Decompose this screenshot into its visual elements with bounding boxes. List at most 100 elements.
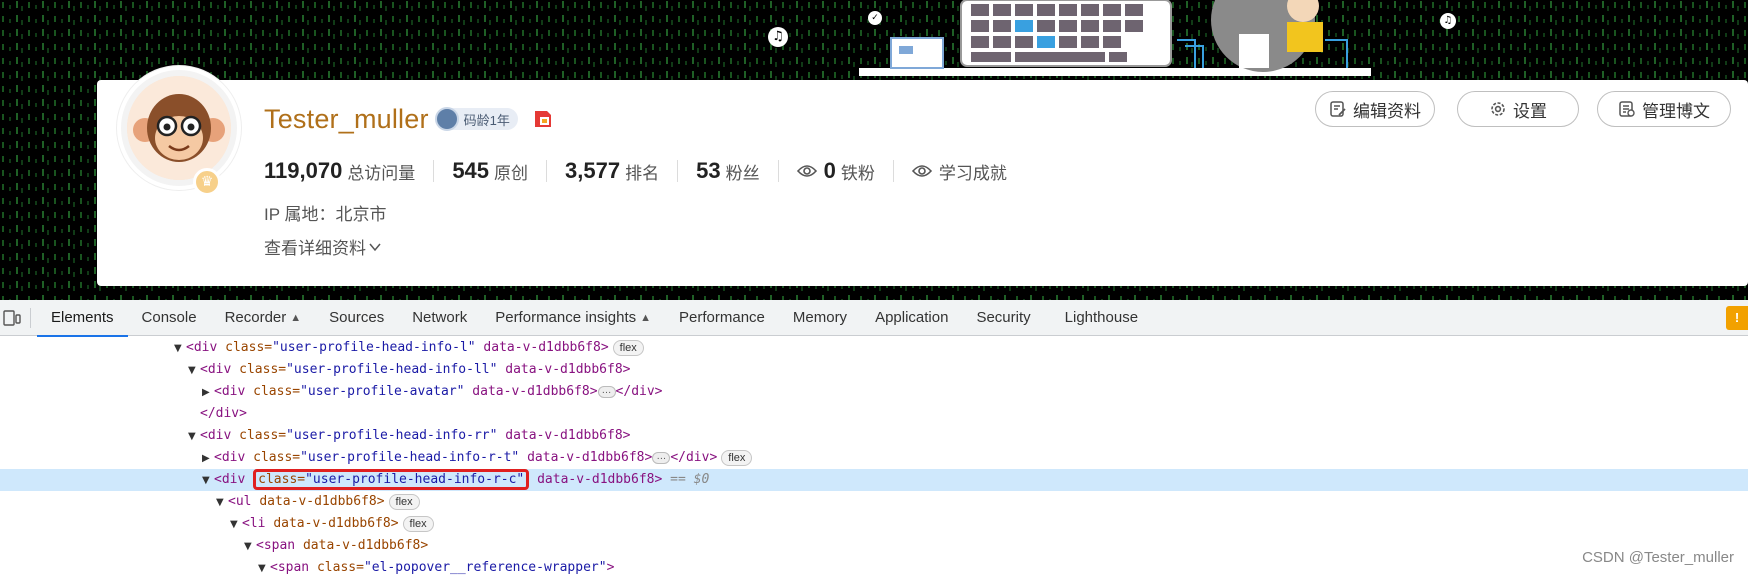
stat-achievements[interactable]: 学习成就 (892, 160, 1025, 183)
tab-recorder-label: Recorder (224, 309, 287, 326)
ellipsis-icon[interactable]: … (652, 451, 671, 464)
flex-badge[interactable]: flex (612, 339, 644, 356)
dom-attr-name: class= (253, 450, 301, 465)
dom-tag: <div (214, 450, 254, 465)
dom-node[interactable]: ▼ <span data-v-d1dbb6f8> (0, 535, 1748, 557)
code-age-icon (434, 107, 459, 131)
edit-profile-button[interactable]: 编辑资料 (1315, 91, 1435, 127)
dom-node[interactable]: ▼ <div class="user-profile-head-info-l" d… (0, 337, 1748, 359)
expanded-triangle-icon[interactable]: ▼ (188, 360, 200, 382)
dom-attr-name: data-v-d1dbb6f8> (273, 516, 399, 531)
tab-sources[interactable]: Sources (315, 300, 398, 336)
expanded-triangle-icon[interactable]: ▼ (188, 426, 200, 448)
dom-tag: <ul (228, 494, 260, 509)
dom-node[interactable]: </div> (0, 403, 1748, 425)
tab-application[interactable]: Application (861, 300, 962, 336)
manage-posts-button[interactable]: 管理博文 (1597, 91, 1731, 127)
ellipsis-icon[interactable]: … (597, 385, 616, 398)
dom-node[interactable]: ▼ <div class="user-profile-head-info-ll" … (0, 359, 1748, 381)
flex-badge[interactable]: flex (388, 493, 420, 510)
tab-performance-insights[interactable]: Performance insights ▲ (481, 300, 665, 336)
console-ref-marker: == $0 (662, 472, 710, 487)
dom-node[interactable]: ▼ <span class="el-popover__reference-wrap… (0, 557, 1748, 576)
stat-views[interactable]: 119,070 总访问量 (264, 158, 433, 183)
flex-badge[interactable]: flex (721, 449, 753, 466)
flex-badge[interactable]: flex (402, 515, 434, 532)
experiment-flask-icon: ▲ (640, 311, 652, 324)
device-toolbar-icon[interactable] (0, 300, 24, 336)
expanded-triangle-icon[interactable]: ▼ (258, 558, 270, 576)
dom-tag: <div (186, 340, 226, 355)
expanded-triangle-icon[interactable]: ▼ (216, 492, 228, 514)
tab-performance[interactable]: Performance (665, 300, 779, 336)
tab-lighthouse[interactable]: Lighthouse (1051, 300, 1152, 336)
expanded-triangle-icon[interactable]: ▼ (202, 470, 214, 492)
dom-node[interactable]: ▶ <div class="user-profile-head-info-r-t"… (0, 447, 1748, 469)
dom-attr-name: class= (239, 428, 287, 443)
gear-icon (1491, 102, 1505, 116)
dom-tag: <div (200, 362, 240, 377)
expanded-triangle-icon[interactable]: ▼ (174, 338, 186, 360)
stat-iron-fans[interactable]: 0 铁粉 (777, 158, 893, 183)
stat-label: 总访问量 (347, 163, 416, 183)
tab-performance-insights-label: Performance insights (495, 309, 637, 326)
dom-attr-value: "user-profile-head-info-r-c" (305, 472, 525, 487)
dom-node[interactable]: ▼ <div class="user-profile-head-info-rr" … (0, 425, 1748, 447)
dom-attr-value: "user-profile-head-info-l" (272, 340, 476, 355)
stat-label: 粉丝 (725, 163, 760, 183)
dom-node[interactable]: ▼ <li data-v-d1dbb6f8> flex (0, 513, 1748, 535)
edit-doc-icon (1330, 101, 1346, 117)
expanded-triangle-icon[interactable]: ▼ (244, 536, 256, 558)
tab-security[interactable]: Security (962, 300, 1044, 336)
dom-attr-name: class= (239, 362, 287, 377)
collapsed-triangle-icon[interactable]: ▶ (202, 382, 214, 404)
dom-node[interactable]: ▶ <div class="user-profile-avatar" data-v… (0, 381, 1748, 403)
tab-network[interactable]: Network (398, 300, 481, 336)
stat-original[interactable]: 545 原创 (433, 158, 546, 183)
toolbar-divider (30, 307, 31, 328)
dom-tag: <span (270, 560, 317, 575)
dom-node-selected[interactable]: ▼ <div class="user-profile-head-info-r-c"… (0, 469, 1748, 491)
chevron-down-icon (369, 243, 381, 251)
monkey-avatar-image (127, 76, 231, 180)
view-details-link[interactable]: 查看详细资料 (264, 234, 382, 259)
stat-label: 原创 (494, 163, 529, 183)
dom-tag: <div (214, 472, 254, 487)
dom-tree: ▼ <div class="user-profile-head-info-l" d… (0, 337, 1748, 576)
eye-icon (796, 165, 817, 177)
dom-tag: data-v-d1dbb6f8> (497, 362, 631, 377)
stat-rank[interactable]: 3,577 排名 (546, 158, 677, 183)
dom-tag: data-v-d1dbb6f8> (497, 428, 631, 443)
manage-posts-label: 管理博文 (1642, 101, 1710, 121)
tab-elements[interactable]: Elements (37, 300, 128, 337)
music-note-icon: ♫ (1440, 13, 1456, 29)
username[interactable]: Tester_muller (264, 104, 429, 135)
manage-doc-icon (1619, 101, 1635, 117)
dom-attr-name: class= (258, 472, 306, 487)
collapsed-triangle-icon[interactable]: ▶ (202, 448, 214, 470)
expanded-triangle-icon[interactable]: ▼ (230, 514, 242, 536)
stats-row: 119,070 总访问量 545 原创 3,577 排名 53 粉丝 0 铁粉 (264, 156, 1025, 186)
dom-attr-name: class= (253, 384, 301, 399)
edit-profile-label: 编辑资料 (1353, 101, 1421, 121)
music-note-icon: ♫ (768, 27, 788, 47)
tab-recorder[interactable]: Recorder ▲ (211, 300, 316, 336)
settings-button[interactable]: 设置 (1457, 91, 1579, 127)
medal-icon[interactable] (532, 108, 554, 130)
name-row: Tester_muller 码龄1年 (264, 101, 554, 137)
watermark: CSDN @Tester_muller (1582, 549, 1734, 566)
dom-attr-value: "user-profile-head-info-ll" (286, 362, 498, 377)
stat-fans[interactable]: 53 粉丝 (677, 158, 777, 183)
settings-label: 设置 (1513, 101, 1547, 121)
warning-icon[interactable]: ! (1726, 306, 1748, 330)
dom-attr-value: "el-popover__reference-wrapper" (363, 560, 607, 575)
profile-card: ♛ Tester_muller 码龄1年 119,070 总访问量 545 原创… (97, 66, 1748, 286)
dom-node[interactable]: ▼ <ul data-v-d1dbb6f8> flex (0, 491, 1748, 513)
dom-tag: data-v-d1dbb6f8> (529, 472, 663, 487)
tab-memory[interactable]: Memory (779, 300, 861, 336)
code-age-label: 码龄1年 (463, 112, 510, 128)
stat-number: 3,577 (565, 158, 621, 183)
avatar[interactable] (117, 66, 241, 190)
dom-tag: </div> (615, 384, 663, 399)
tab-console[interactable]: Console (128, 300, 211, 336)
